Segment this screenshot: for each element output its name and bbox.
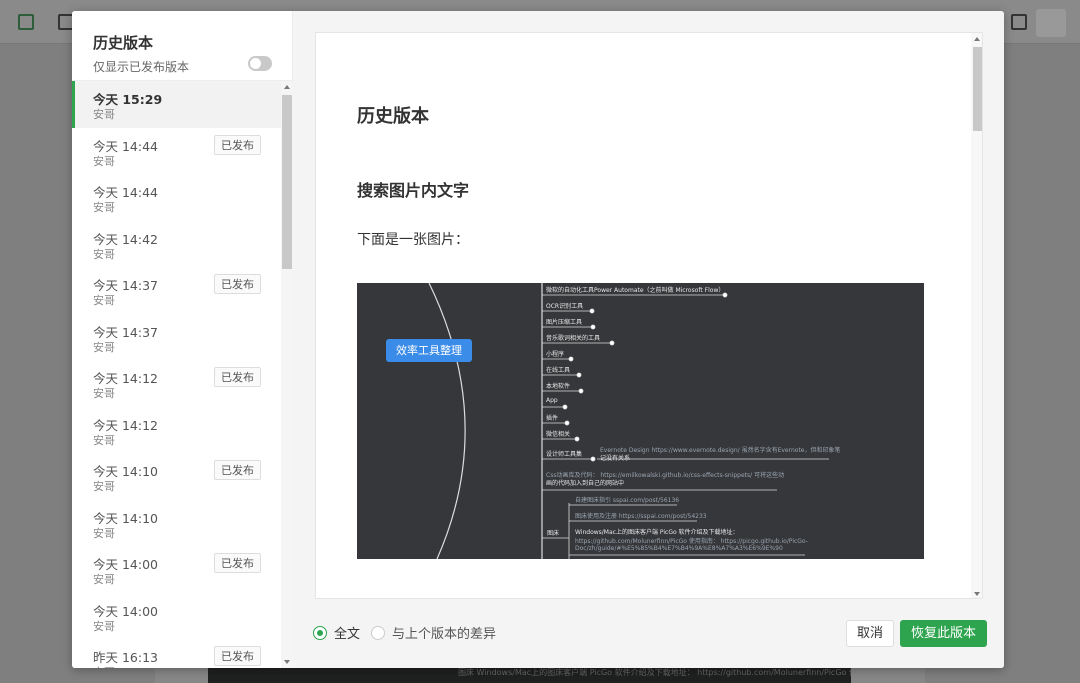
mindmap-node: 插件	[546, 415, 559, 422]
modal-footer: 全文 与上个版本的差异 取消 恢复此版本	[293, 616, 1004, 668]
scroll-down-icon[interactable]	[284, 660, 290, 664]
mindmap-node: App	[546, 397, 558, 404]
history-modal: 历史版本 仅显示已发布版本 今天 15:29 安哥 今天 14:44 安哥 已发布 今天 …	[72, 11, 1004, 668]
sidebar-header: 历史版本 仅显示已发布版本	[72, 11, 293, 81]
version-author: 安哥	[93, 154, 115, 168]
published-only-toggle[interactable]	[248, 56, 272, 71]
cancel-button[interactable]: 取消	[846, 620, 895, 647]
mindmap-node: Windows/Mac上的图床客户端 PicGo 软件介绍及下载地址：	[575, 529, 739, 536]
mindmap-node: 记没有关系	[600, 455, 631, 462]
version-author: 安哥	[93, 294, 115, 307]
mindmap-node: 小程序	[546, 351, 565, 358]
published-only-label: 仅显示已发布版本	[93, 60, 190, 74]
radio-dot[interactable]	[313, 625, 327, 640]
mindmap-node: 自建图床指引 sspai.com/post/56136	[575, 497, 680, 504]
toggle-knob	[250, 58, 261, 69]
version-item[interactable]: 今天 14:00 安哥 已发布	[72, 546, 281, 593]
version-item[interactable]: 今天 14:37 安哥	[72, 314, 281, 361]
version-item[interactable]: 今天 14:12 安哥 已发布	[72, 360, 281, 407]
export-icon[interactable]	[1011, 14, 1027, 30]
version-item[interactable]: 今天 15:29 安哥	[72, 81, 281, 128]
radio-dot[interactable]	[371, 625, 385, 640]
version-author: 安哥	[93, 201, 115, 214]
outline-icon[interactable]	[1036, 9, 1066, 37]
mindmap-root-node: 效率工具整理	[386, 339, 472, 362]
preview-scrollbar[interactable]	[971, 33, 982, 598]
published-badge: 已发布	[214, 134, 261, 155]
published-badge: 已发布	[214, 367, 261, 387]
mindmap-node: 本地软件	[546, 383, 571, 390]
version-author: 安哥	[93, 108, 115, 121]
mindmap-node: 设计师工具集	[546, 451, 583, 458]
version-author: 安哥	[93, 340, 115, 354]
restore-version-button[interactable]: 恢复此版本	[900, 620, 988, 647]
version-item[interactable]: 今天 14:44 安哥	[72, 174, 281, 221]
version-author: 安哥	[93, 433, 115, 447]
mode-full-label: 全文	[334, 627, 361, 642]
mode-diff-radio[interactable]: 与上个版本的差异	[371, 623, 496, 642]
scrollbar-thumb[interactable]	[973, 47, 982, 131]
scrollbar-thumb[interactable]	[282, 95, 292, 269]
sidebar-title: 历史版本	[93, 34, 154, 52]
version-item[interactable]: 今天 14:37 安哥 已发布	[72, 267, 281, 314]
editor-mindmap-text: 图床 Windows/Mac上的图床客户端 PicGo 软件介绍及下载地址： h…	[458, 668, 851, 677]
mindmap-node: OCR识别工具	[546, 303, 584, 310]
add-file-icon[interactable]	[18, 14, 34, 30]
scroll-up-icon[interactable]	[284, 85, 290, 89]
version-author: 安哥	[93, 480, 115, 493]
version-item[interactable]: 昨天 16:13安哥已发布	[72, 639, 281, 668]
version-author: 安哥	[93, 619, 115, 633]
sidebar-scrollbar[interactable]	[281, 81, 293, 668]
version-item[interactable]: 今天 14:10 安哥 已发布	[72, 453, 281, 500]
version-item[interactable]: 今天 14:12 安哥	[72, 407, 281, 454]
published-badge: 已发布	[214, 460, 261, 480]
mindmap-node: 图床使用及注册 https://sspai.com/post/54233	[575, 513, 707, 520]
mode-diff-label: 与上个版本的差异	[392, 627, 497, 642]
editor-mindmap-image: 图床 Windows/Mac上的图床客户端 PicGo 软件介绍及下载地址： h…	[208, 666, 851, 683]
preview-heading-2: 搜索图片内文字	[357, 181, 470, 200]
mindmap-node: Evernote Design https://www.evernote.des…	[600, 447, 841, 454]
version-item[interactable]: 今天 14:10 安哥	[72, 500, 281, 547]
mindmap-image: 效率工具整理 微软的自动化工具Power Automate（之前叫做 Micro…	[357, 283, 924, 559]
version-author: 安哥	[93, 664, 115, 668]
mindmap-node: Doc/zh/guide/#%E5%85%B4%E7%B4%9A%E8%A7%A…	[575, 545, 783, 552]
published-badge: 已发布	[214, 274, 261, 294]
version-author: 安哥	[93, 247, 115, 261]
preview-paragraph: 下面是一张图片：	[357, 232, 469, 248]
mode-full-radio[interactable]: 全文	[313, 623, 360, 642]
scroll-up-icon[interactable]	[974, 37, 980, 41]
mindmap-node: 音乐歌词相关的工具	[546, 335, 601, 342]
mindmap-node: 图片压缩工具	[546, 319, 583, 326]
mindmap-node: 画的代码加入到自己的网站中	[546, 480, 625, 487]
scroll-down-icon[interactable]	[974, 592, 980, 596]
version-author: 安哥	[93, 387, 115, 400]
version-item[interactable]: 今天 14:44 安哥 已发布	[72, 128, 281, 175]
version-preview: 历史版本 搜索图片内文字 下面是一张图片： 效率工具整理 微软的自动化工具Pow…	[315, 32, 983, 599]
preview-heading-1: 历史版本	[357, 106, 429, 127]
preview-area: 历史版本 搜索图片内文字 下面是一张图片： 效率工具整理 微软的自动化工具Pow…	[293, 11, 1004, 668]
mindmap-node: 微软的自动化工具Power Automate（之前叫做 Microsoft Fl…	[546, 287, 725, 294]
version-author: 安哥	[93, 526, 115, 540]
published-badge: 已发布	[214, 553, 261, 573]
published-badge: 已发布	[214, 646, 261, 666]
version-item[interactable]: 今天 14:00 安哥	[72, 593, 281, 640]
mindmap-node: 图床	[547, 530, 560, 537]
version-item[interactable]: 今天 14:42 安哥	[72, 221, 281, 268]
version-sidebar: 历史版本 仅显示已发布版本 今天 15:29 安哥 今天 14:44 安哥 已发布 今天 …	[72, 11, 293, 668]
mindmap-node: https://github.com/Molunerfinn/PicGo 使用指…	[575, 538, 808, 545]
mindmap-node: 在线工具	[546, 367, 571, 374]
mindmap-node: 微信相关	[546, 431, 571, 438]
version-list: 今天 15:29 安哥 今天 14:44 安哥 已发布 今天 14:44 安哥 今天 14:4…	[72, 81, 281, 668]
version-author: 安哥	[93, 573, 115, 586]
